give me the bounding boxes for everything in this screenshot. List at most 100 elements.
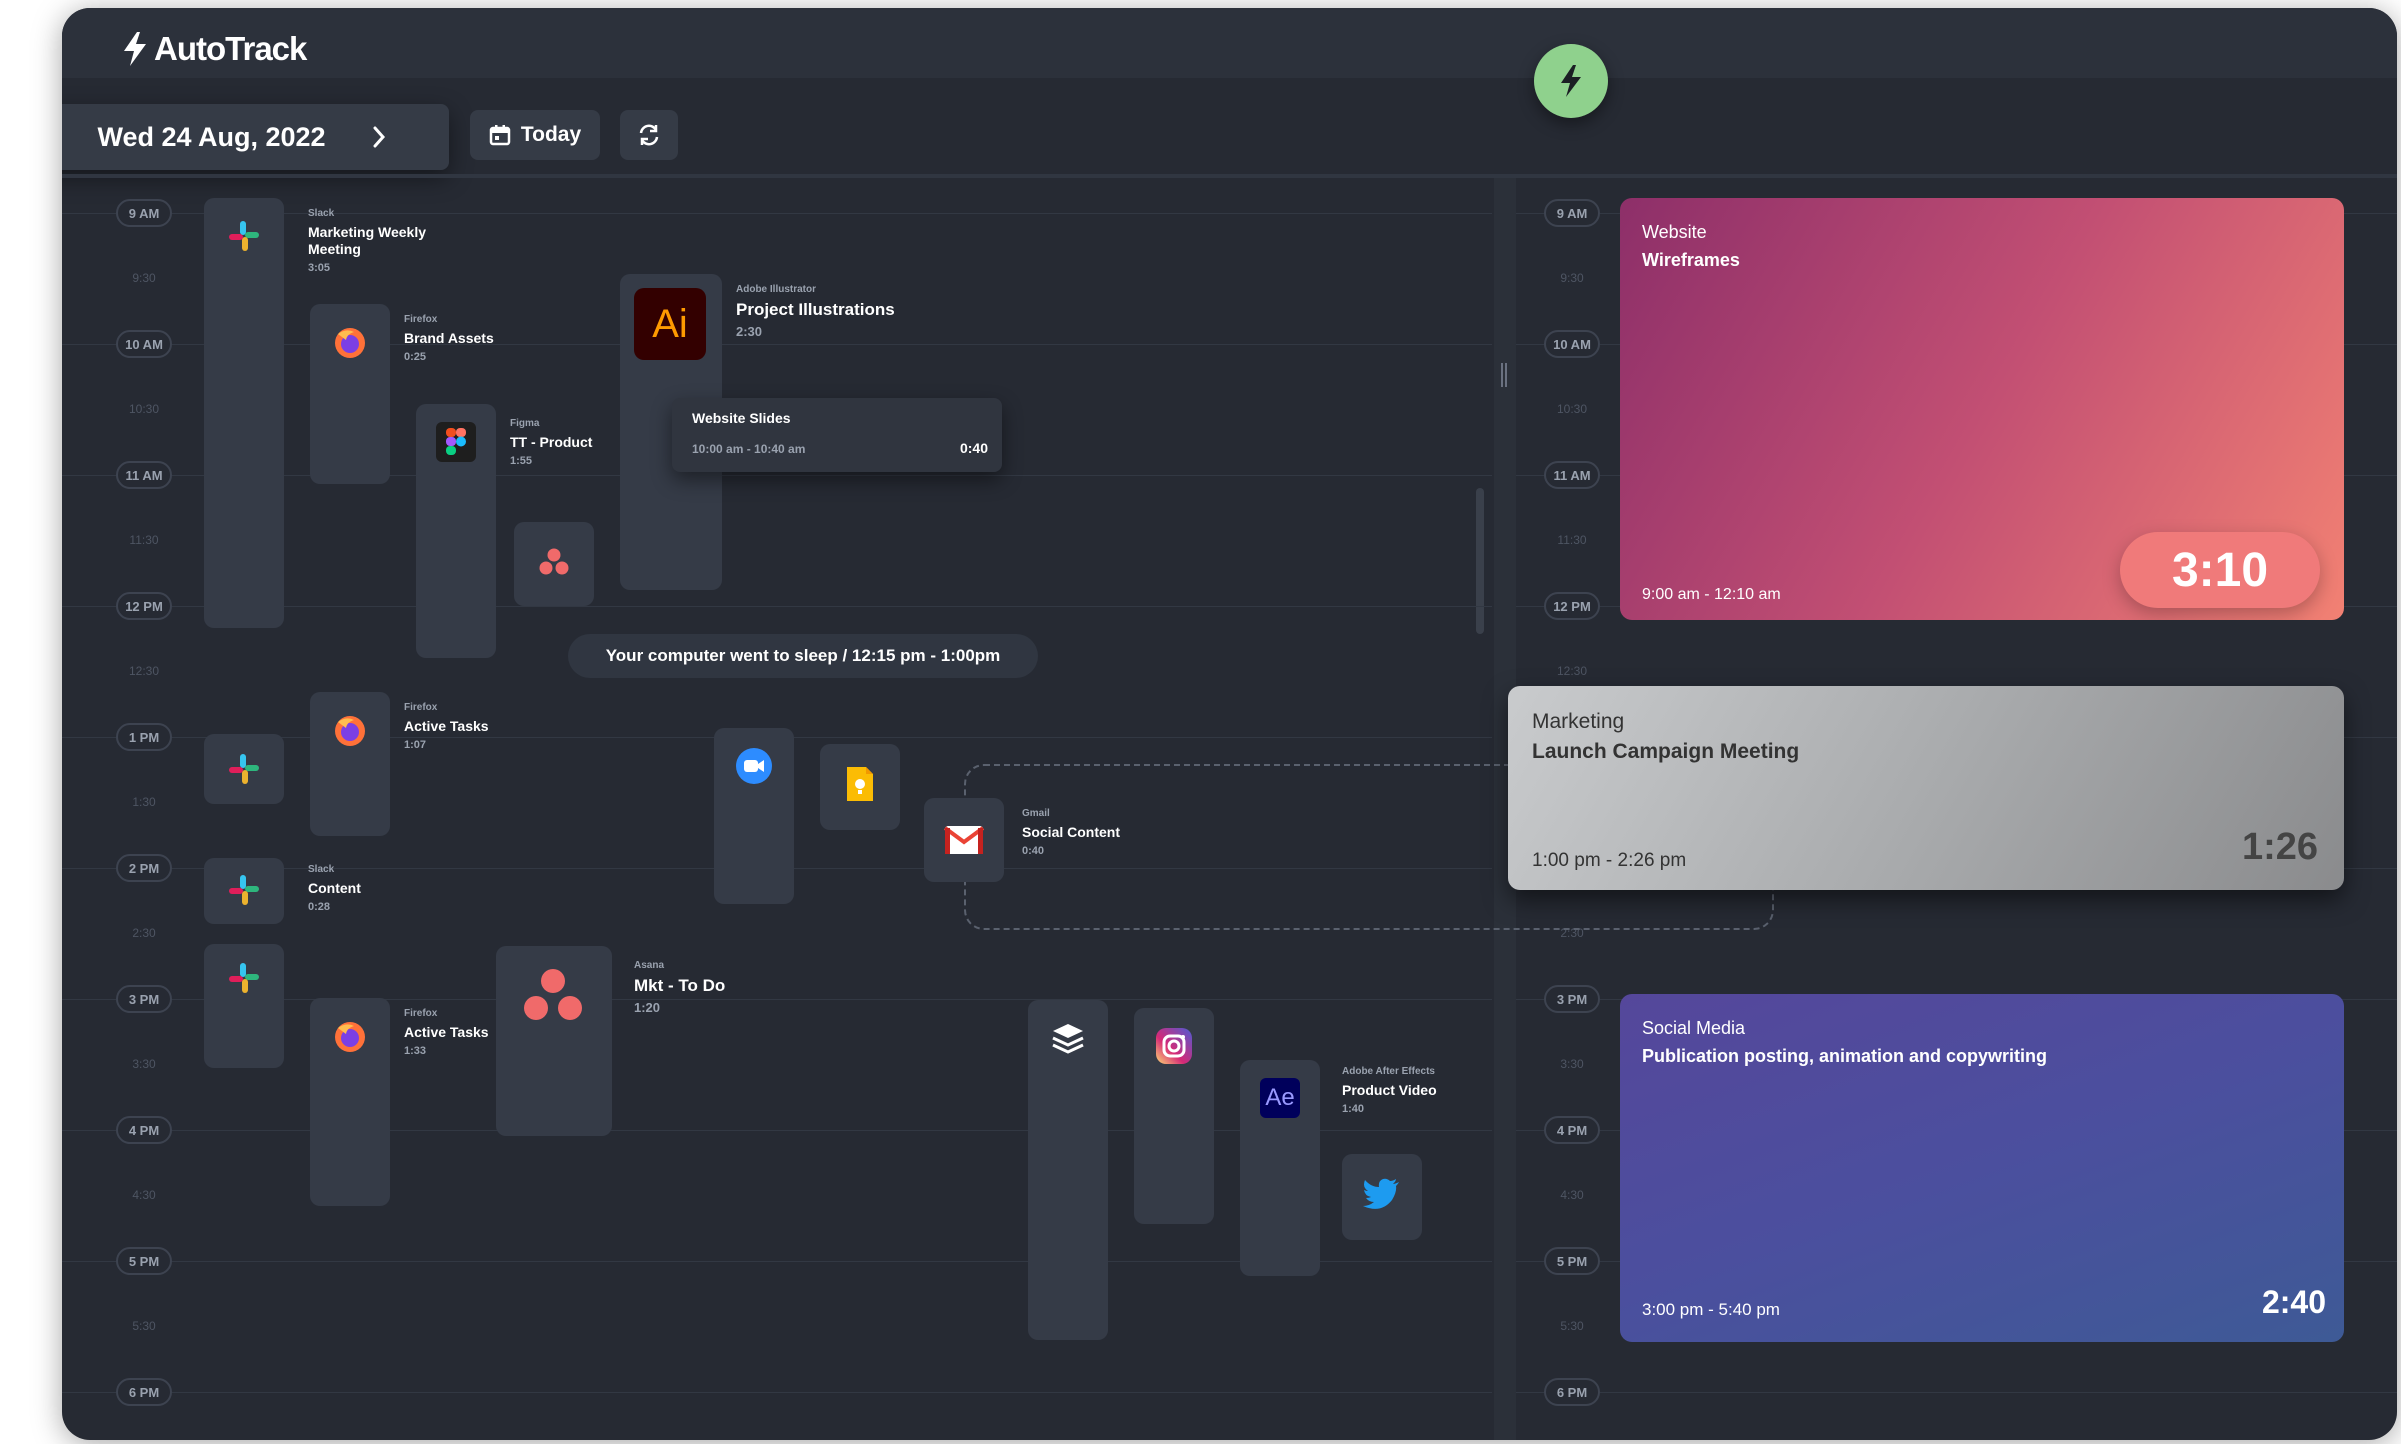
popover-duration: 0:40 — [959, 440, 988, 456]
activity-card-instagram[interactable] — [1134, 1008, 1214, 1224]
half-hour-label-right: 11:30 — [1557, 533, 1587, 547]
firefox-icon — [330, 322, 370, 362]
hour-label-right: 10 AM — [1544, 330, 1600, 358]
activity-card-zoom[interactable] — [714, 728, 794, 904]
half-hour-label-left: 9:30 — [132, 271, 156, 285]
hour-label-left: 4 PM — [116, 1116, 172, 1144]
half-hour-label-right: 12:30 — [1556, 664, 1588, 678]
hour-label-left: 9 AM — [116, 199, 172, 227]
resize-handle[interactable] — [1501, 363, 1507, 387]
firefox-icon — [330, 1016, 370, 1056]
half-hour-label-right: 3:30 — [1560, 1057, 1584, 1071]
hour-label-left: 12 PM — [116, 592, 172, 620]
activity-label-figma: Figma TT - Product 1:55 — [510, 418, 593, 467]
activity-card-keep[interactable] — [820, 744, 900, 830]
project-duration: 1:26 — [2241, 826, 2318, 868]
half-hour-label-right: 10:30 — [1556, 402, 1588, 416]
activity-label-firefox-brand: Firefox Brand Assets 0:25 — [404, 314, 494, 363]
google-keep-icon — [840, 764, 880, 804]
figma-icon — [436, 422, 476, 462]
hour-gridline — [1516, 1392, 2397, 1393]
hour-gridline — [62, 1392, 1492, 1393]
hour-label-left: 11 AM — [116, 461, 172, 489]
hour-label-left: 3 PM — [116, 985, 172, 1013]
gmail-icon — [944, 820, 984, 860]
asana-icon — [520, 966, 586, 1031]
half-hour-label-left: 2:30 — [132, 926, 156, 940]
bolt-logo-icon — [124, 32, 146, 66]
project-category: Social Media — [1642, 1018, 1746, 1038]
project-duration: 2:40 — [2261, 1284, 2326, 1320]
buffer-icon — [1048, 1018, 1088, 1058]
activity-card-twitter[interactable] — [1342, 1154, 1422, 1240]
hour-label-left: 10 AM — [116, 330, 172, 358]
project-card-marketing[interactable]: Marketing Launch Campaign Meeting 1:00 p… — [1508, 686, 2344, 890]
half-hour-label-left: 5:30 — [132, 1319, 156, 1333]
activity-label-slack-marketing: Slack Marketing Weekly Meeting 3:05 — [308, 208, 427, 274]
activity-card-gmail[interactable] — [924, 798, 1004, 882]
project-category: Website — [1642, 222, 1707, 242]
zoom-icon — [734, 746, 774, 786]
project-title: Launch Campaign Meeting — [1532, 740, 1800, 763]
half-hour-label-left: 4:30 — [132, 1188, 156, 1202]
project-time: 3:00 pm - 5:40 pm — [1642, 1300, 1780, 1319]
project-title: Publication posting, animation and copyw… — [1642, 1046, 2048, 1066]
tracking-status-button[interactable] — [1534, 44, 1608, 118]
hour-label-right: 12 PM — [1544, 592, 1600, 620]
activity-card-slack-2[interactable] — [204, 734, 284, 804]
slack-icon — [224, 870, 264, 910]
toolbar-divider — [62, 174, 2397, 178]
app-window: AutoTrack Wed 24 Aug, 2022 Today 9 AM 10 … — [62, 8, 2397, 1440]
project-title: Wireframes — [1642, 250, 1740, 270]
hour-label-right: 9 AM — [1544, 199, 1600, 227]
app-name: AutoTrack — [154, 30, 307, 67]
asana-icon — [534, 542, 574, 582]
today-label: Today — [520, 123, 582, 146]
slack-icon — [224, 216, 264, 256]
current-date[interactable]: Wed 24 Aug, 2022 — [64, 122, 359, 153]
instagram-icon — [1154, 1026, 1194, 1066]
activity-card-firefox-2[interactable] — [310, 692, 390, 836]
hour-label-right: 6 PM — [1544, 1378, 1600, 1406]
refresh-button[interactable] — [620, 110, 678, 160]
activity-label-asana: Asana Mkt - To Do 1:20 — [634, 960, 726, 1016]
activity-label-after-effects: Adobe After Effects Product Video 1:40 — [1342, 1066, 1437, 1115]
bolt-icon — [1561, 65, 1581, 97]
half-hour-label-right: 5:30 — [1560, 1319, 1584, 1333]
activity-label-gmail: Gmail Social Content 0:40 — [1022, 808, 1121, 857]
activity-card-asana-small[interactable] — [514, 522, 594, 606]
scrollbar[interactable] — [1476, 488, 1484, 634]
activity-card-slack-4[interactable] — [204, 944, 284, 1068]
activity-card-asana[interactable] — [496, 946, 612, 1136]
half-hour-label-left: 12:30 — [128, 664, 160, 678]
project-card-website[interactable]: Website Wireframes 9:00 am - 12:10 am 3:… — [1620, 198, 2344, 620]
popover-time: 10:00 am - 10:40 am — [692, 442, 806, 456]
today-button[interactable]: Today — [470, 110, 600, 160]
project-duration: 3:10 — [2120, 532, 2320, 608]
hour-label-right: 11 AM — [1544, 461, 1600, 489]
project-card-social-media[interactable]: Social Media Publication posting, animat… — [1620, 994, 2344, 1342]
activity-card-after-effects[interactable]: Ae — [1240, 1060, 1320, 1276]
activity-card-slack-3[interactable] — [204, 858, 284, 924]
activity-card-firefox[interactable] — [310, 304, 390, 484]
illustrator-icon: Ai — [634, 288, 706, 360]
chevron-right-icon — [373, 126, 386, 148]
next-day-button[interactable] — [359, 104, 399, 170]
half-hour-label-left: 1:30 — [132, 795, 156, 809]
hour-label-right: 4 PM — [1544, 1116, 1600, 1144]
half-hour-label-left: 11:30 — [129, 533, 159, 547]
half-hour-label-right: 4:30 — [1560, 1188, 1584, 1202]
activity-card-figma[interactable] — [416, 404, 496, 658]
hour-label-left: 2 PM — [116, 854, 172, 882]
popover-title: Website Slides — [692, 410, 791, 426]
twitter-icon — [1362, 1174, 1402, 1214]
activity-card-slack[interactable] — [204, 198, 284, 628]
half-hour-label-right: 9:30 — [1560, 271, 1584, 285]
activity-card-firefox-3[interactable] — [310, 998, 390, 1206]
activity-card-buffer[interactable] — [1028, 1000, 1108, 1340]
hour-label-left: 6 PM — [116, 1378, 172, 1406]
sleep-notice: Your computer went to sleep / 12:15 pm -… — [568, 634, 1038, 678]
firefox-icon — [330, 710, 370, 750]
website-slides-popover[interactable]: Website Slides 10:00 am - 10:40 am 0:40 — [672, 398, 1002, 472]
slack-icon — [224, 749, 264, 789]
